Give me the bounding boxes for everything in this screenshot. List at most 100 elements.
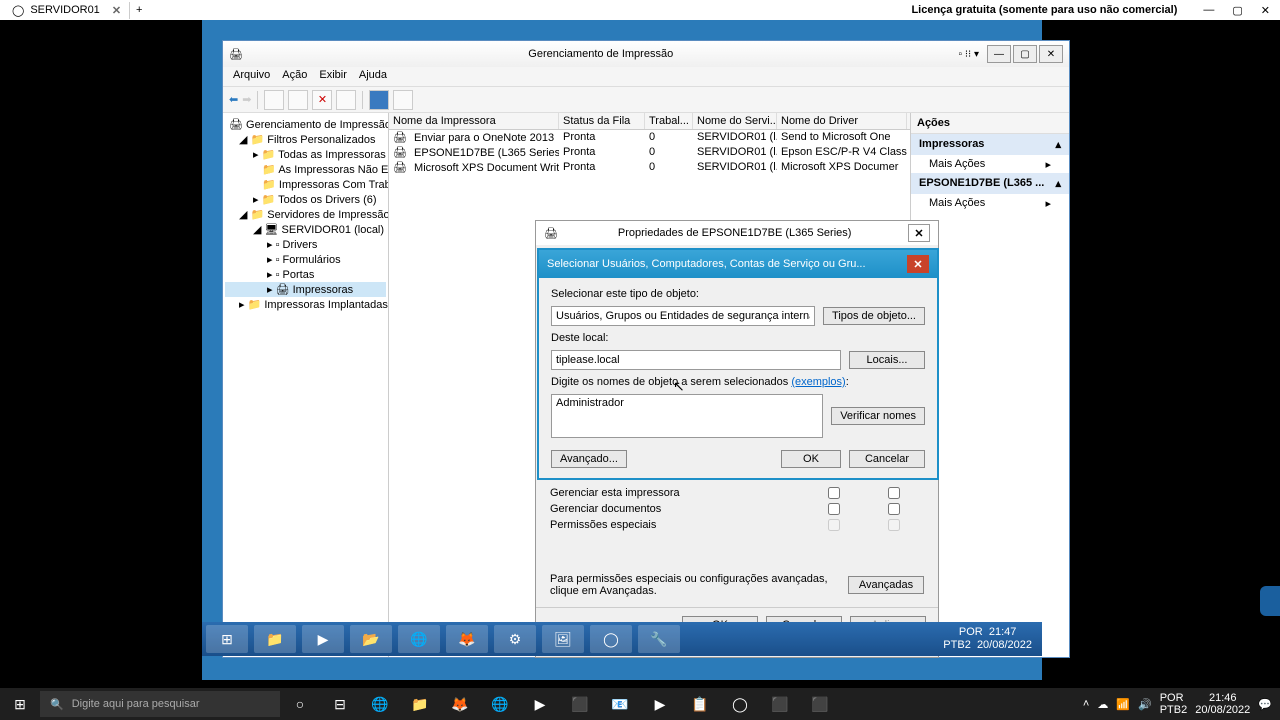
minimize-button[interactable]: — [987,45,1011,63]
object-type-label: Selecionar este tipo de objeto: [551,288,925,300]
taskbar-icon[interactable]: ⚙ [494,625,536,653]
app-icon: 🖨 [229,48,243,61]
maximize-button[interactable]: ▢ [1232,4,1242,17]
teamviewer-icon[interactable]: ◯ [720,696,760,713]
allow-checkbox[interactable] [828,503,840,515]
refresh-icon[interactable] [336,90,356,110]
location-input[interactable] [551,350,841,370]
menu-bar[interactable]: Arquivo Ação Exibir Ajuda [223,67,1069,87]
teamviewer-side-tab[interactable] [1260,586,1280,616]
remote-clock[interactable]: POR 21:47 PTB2 20/08/2022 [943,626,1038,652]
close-tab-icon[interactable]: ✕ [112,4,121,17]
object-names-input[interactable]: Administrador [551,394,823,438]
taskbar-icon[interactable]: ⬛ [560,696,600,713]
action-more[interactable]: Mais Ações ▸ [911,155,1069,173]
edge-icon[interactable]: 🌐 [360,696,400,713]
deny-checkbox[interactable] [888,487,900,499]
names-label: Digite os nomes de objeto a serem seleci… [551,376,925,388]
close-button[interactable]: ✕ [1039,45,1063,63]
taskbar-icon[interactable]: ▶ [302,625,344,653]
cortana-icon[interactable]: ○ [280,696,320,712]
license-label: Licença gratuita (somente para uso não c… [911,4,1177,16]
nav-tree[interactable]: 🖨 Gerenciamento de Impressão ◢ 📁 Filtros… [223,113,389,657]
start-button[interactable]: ⊞ [206,625,248,653]
taskbar-icon[interactable]: ⬛ [800,696,840,713]
teamviewer-tab-bar: ◯SERVIDOR01✕ + Licença gratuita (somente… [0,0,1280,20]
deny-checkbox[interactable] [888,519,900,531]
dialog-title: Propriedades de EPSONE1D7BE (L365 Series… [561,227,908,239]
action-group[interactable]: EPSONE1D7BE (L365 ...▴ [911,173,1069,194]
minimize-button[interactable]: — [1203,4,1214,17]
search-icon: 🔍 [50,698,64,711]
list-item[interactable]: 🖨 EPSONE1D7BE (L365 Series)Pronta0SERVID… [389,145,910,160]
taskbar-icon[interactable]: 🖼 [542,625,584,653]
chrome-icon[interactable]: 🌐 [480,696,520,713]
tree-node-printers[interactable]: ▸ 🖨 Impressoras [225,282,386,297]
task-view-icon[interactable]: ⊟ [320,696,360,713]
close-icon[interactable]: ✕ [908,224,930,242]
new-tab-button[interactable]: + [136,4,142,16]
locations-button[interactable]: Locais... [849,351,925,369]
tool-icon[interactable] [393,90,413,110]
object-type-input[interactable] [551,306,815,326]
teamviewer-icon[interactable]: ◯ [590,625,632,653]
taskbar-icon[interactable]: ⬛ [760,696,800,713]
menu-help[interactable]: Ajuda [359,69,387,84]
maximize-button[interactable]: ▢ [1013,45,1037,63]
deny-checkbox[interactable] [888,503,900,515]
menu-file[interactable]: Arquivo [233,69,270,84]
host-taskbar[interactable]: ⊞ 🔍Digite aqui para pesquisar ○ ⊟ 🌐 📁 🦊 … [0,688,1280,720]
allow-checkbox[interactable] [828,487,840,499]
action-more[interactable]: Mais Ações ▸ [911,194,1069,212]
remote-taskbar[interactable]: ⊞ 📁 ▶ 📂 🌐 🦊 ⚙ 🖼 ◯ 🔧 POR 21:47 PTB2 20/08… [202,622,1042,656]
firefox-icon[interactable]: 🦊 [440,696,480,713]
list-item[interactable]: 🖨 Enviar para o OneNote 2013Pronta0SERVI… [389,130,910,145]
language-indicator[interactable]: PORPTB2 [1160,692,1188,716]
system-tray[interactable]: ˄ ☁ 📶 🔊 PORPTB2 21:4620/08/2022 💬 [1083,692,1280,716]
allow-checkbox[interactable] [828,519,840,531]
column-headers[interactable]: Nome da ImpressoraStatus da FilaTrabal..… [389,113,910,130]
chevron-up-icon[interactable]: ˄ [1083,698,1089,710]
taskbar-icon[interactable]: 📧 [600,696,640,713]
delete-icon[interactable]: ✕ [312,90,332,110]
location-label: Deste local: [551,332,925,344]
ok-button[interactable]: OK [781,450,841,468]
taskbar-icon[interactable]: 📋 [680,696,720,713]
taskbar-icon[interactable]: ▶ [520,696,560,713]
taskbar-icon[interactable]: 📂 [350,625,392,653]
menu-action[interactable]: Ação [282,69,307,84]
taskbar-icon[interactable]: ▶ [640,696,680,713]
taskbar-icon[interactable]: 📁 [254,625,296,653]
session-tab[interactable]: ◯SERVIDOR01✕ [4,2,130,19]
tool-icon[interactable] [288,90,308,110]
permission-row: Permissões especiais [550,517,924,533]
clock[interactable]: 21:4620/08/2022 [1195,692,1250,716]
chrome-icon[interactable]: 🌐 [398,625,440,653]
action-group[interactable]: Impressoras▴ [911,134,1069,155]
printer-icon: 🖨 [544,227,558,240]
list-item[interactable]: 🖨 Microsoft XPS Document WriterPronta0SE… [389,160,910,175]
window-title: Gerenciamento de Impressão [243,48,959,60]
explorer-icon[interactable]: 📁 [400,696,440,713]
object-types-button[interactable]: Tipos de objeto... [823,307,925,325]
cancel-button[interactable]: Cancelar [849,450,925,468]
notifications-icon[interactable]: 💬 [1258,698,1272,711]
permission-row: Gerenciar esta impressora [550,485,924,501]
wifi-icon[interactable]: 📶 [1116,698,1130,711]
close-button[interactable]: ✕ [1261,4,1270,17]
advanced-button[interactable]: Avançado... [551,450,627,468]
start-button[interactable]: ⊞ [0,696,40,713]
help-icon[interactable] [369,90,389,110]
firefox-icon[interactable]: 🦊 [446,625,488,653]
cloud-icon[interactable]: ☁ [1097,698,1108,711]
examples-link[interactable]: (exemplos) [791,376,845,388]
advanced-button[interactable]: Avançadas [848,576,924,594]
volume-icon[interactable]: 🔊 [1138,698,1152,711]
menu-view[interactable]: Exibir [319,69,347,84]
tool-icon[interactable] [264,90,284,110]
close-icon[interactable]: ✕ [907,255,929,273]
taskbar-icon[interactable]: 🔧 [638,625,680,653]
check-names-button[interactable]: Verificar nomes [831,407,925,425]
dialog-title: Selecionar Usuários, Computadores, Conta… [547,258,907,270]
search-input[interactable]: 🔍Digite aqui para pesquisar [40,691,280,717]
